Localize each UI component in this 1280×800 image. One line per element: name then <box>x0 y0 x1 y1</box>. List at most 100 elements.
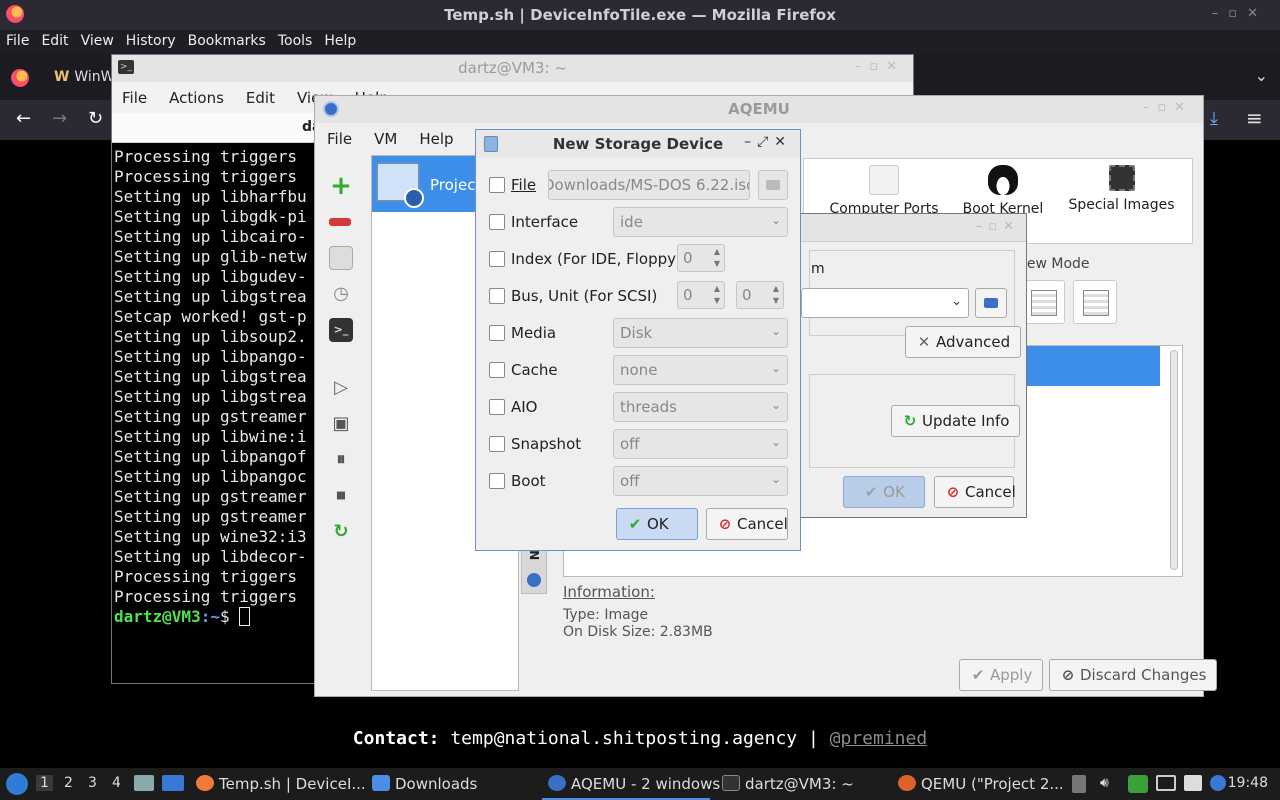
folder-icon <box>372 775 390 791</box>
download-icon[interactable]: ⤓ <box>1210 108 1218 129</box>
interface-combo[interactable]: ide ⌄ <box>613 207 788 237</box>
firefox-view-icon[interactable] <box>11 69 29 87</box>
storage-cancel-button[interactable]: ⊘ Cancel <box>706 508 788 540</box>
spin-arrows-icon[interactable]: ▲ ▼ <box>714 246 720 270</box>
aio-combo[interactable]: threads ⌄ <box>613 392 788 422</box>
settings-panel-icon[interactable] <box>329 246 353 270</box>
menu-help[interactable]: Help <box>318 30 362 49</box>
snapshot-label: Snapshot <box>511 435 582 453</box>
apply-button[interactable]: ✔ Apply <box>959 659 1044 691</box>
special-images-button[interactable]: Special Images <box>1059 165 1184 213</box>
media-checkbox[interactable] <box>489 325 505 341</box>
file-manager-icon[interactable] <box>134 775 154 791</box>
file-path-field[interactable]: Downloads/MS-DOS 6.22.iso <box>548 170 750 200</box>
taskbar-item-qemu[interactable]: QEMU ("Project 2... <box>898 768 1064 800</box>
device-cancel-button[interactable]: ⊘ Cancel <box>934 476 1016 508</box>
forward-arrow-icon[interactable]: → <box>52 108 67 129</box>
save-icon[interactable]: ▣ <box>329 412 353 436</box>
pause-icon[interactable]: ⏸ <box>329 448 353 472</box>
taskbar-item-aqemu[interactable]: AQEMU - 2 windows <box>542 768 720 800</box>
aio-checkbox[interactable] <box>489 399 505 415</box>
reload-icon[interactable]: ↻ <box>88 108 103 129</box>
device-ok-button[interactable]: ✔ OK <box>843 476 925 508</box>
storage-ok-button[interactable]: ✔ OK <box>616 508 698 540</box>
taskbar-item-terminal[interactable]: dartz@VM3: ~ <box>722 768 854 800</box>
workspace-1[interactable]: 1 <box>36 775 53 791</box>
terminal-menu-actions[interactable]: Actions <box>159 82 236 107</box>
boot-combo[interactable]: off ⌄ <box>613 466 788 496</box>
workspace-2[interactable]: 2 <box>64 775 73 791</box>
spin-arrows-icon[interactable]: ▲ ▼ <box>714 283 720 307</box>
spin-arrows-icon[interactable]: ▲ ▼ <box>773 283 779 307</box>
bus-spinbox[interactable]: 0 ▲ ▼ <box>677 281 725 309</box>
file-checkbox[interactable] <box>489 177 505 193</box>
clipboard-icon[interactable] <box>1072 775 1086 793</box>
check-icon: ✔ <box>971 666 985 684</box>
chevron-down-icon: ⌄ <box>951 294 962 309</box>
device-dialog: –▫✕ m ⌄ ✕ Advanced ↻ Update Info ✔ OK ⊘ Canc… <box>800 213 1027 518</box>
aqemu-menu-vm[interactable]: VM <box>362 123 407 148</box>
device-dialog-window-controls[interactable]: –▫✕ <box>976 219 1020 234</box>
storage-dialog-window-controls[interactable]: –⤢✕ <box>744 134 792 150</box>
clock-icon[interactable]: ◷ <box>329 282 353 306</box>
unit-spinbox[interactable]: 0 ▲ ▼ <box>736 281 784 309</box>
reset-icon[interactable]: ↻ <box>329 520 353 544</box>
window-controls[interactable]: –▫✕ <box>1212 6 1268 21</box>
snapshot-checkbox[interactable] <box>489 436 505 452</box>
menu-view[interactable]: View <box>75 30 120 49</box>
terminal-menu-edit[interactable]: Edit <box>236 82 287 107</box>
terminal-window-controls[interactable]: –▫✕ <box>855 59 905 74</box>
view-mode-icons-button[interactable] <box>1021 280 1065 324</box>
tab-list-chevron-icon[interactable]: ⌄ <box>1255 66 1268 85</box>
show-desktop-icon[interactable] <box>162 775 184 791</box>
menu-file[interactable]: File <box>0 30 35 49</box>
hamburger-menu-icon[interactable]: ≡ <box>1246 106 1263 130</box>
terminal-menu-file[interactable]: File <box>112 82 159 107</box>
device-list-scrollbar[interactable] <box>1170 350 1178 570</box>
menu-tools[interactable]: Tools <box>272 30 319 49</box>
workspace-4[interactable]: 4 <box>112 775 121 791</box>
workspace-3[interactable]: 3 <box>88 775 97 791</box>
index-spinbox[interactable]: 0 ▲ ▼ <box>677 244 725 272</box>
update-info-button[interactable]: ↻ Update Info <box>891 405 1021 437</box>
aqemu-menu-file[interactable]: File <box>315 123 362 148</box>
boot-checkbox[interactable] <box>489 473 505 489</box>
media-combo[interactable]: Disk ⌄ <box>613 318 788 348</box>
taskbar-item-downloads[interactable]: Downloads <box>372 768 477 800</box>
display-icon[interactable] <box>1156 775 1176 791</box>
stop-icon[interactable]: ⏹ <box>329 484 353 508</box>
menu-history[interactable]: History <box>120 30 182 49</box>
cache-combo[interactable]: none ⌄ <box>613 355 788 385</box>
back-arrow-icon[interactable]: ← <box>16 108 31 129</box>
boot-kernel-button[interactable]: Boot Kernel <box>948 165 1058 217</box>
menu-edit[interactable]: Edit <box>35 30 74 49</box>
snapshot-combo[interactable]: off ⌄ <box>613 429 788 459</box>
menu-bookmarks[interactable]: Bookmarks <box>182 30 272 49</box>
index-checkbox[interactable] <box>489 251 505 267</box>
contact-handle-link[interactable]: @premined <box>830 728 928 749</box>
computer-ports-button[interactable]: Computer Ports <box>804 165 964 217</box>
aio-row: AIO threads ⌄ <box>476 392 802 422</box>
volume-icon[interactable]: 🔊︎ <box>1100 775 1109 791</box>
add-vm-icon[interactable]: + <box>329 173 353 199</box>
taskbar-item-firefox[interactable]: Temp.sh | DeviceI... <box>196 768 366 800</box>
cache-checkbox[interactable] <box>489 362 505 378</box>
notification-icon[interactable] <box>1210 775 1226 791</box>
console-icon[interactable]: >_ <box>329 318 353 342</box>
start-menu-icon[interactable] <box>6 773 28 795</box>
view-mode-list-button[interactable] <box>1073 280 1117 324</box>
update-manager-icon[interactable] <box>1128 775 1148 793</box>
bus-unit-checkbox[interactable] <box>489 288 505 304</box>
files-icon[interactable] <box>1184 775 1202 791</box>
device-browse-button[interactable] <box>975 288 1007 318</box>
file-browse-button[interactable] <box>758 170 788 200</box>
play-icon[interactable]: ▷ <box>329 376 353 400</box>
aqemu-menu-help[interactable]: Help <box>407 123 463 148</box>
aqemu-window-controls[interactable]: –▫✕ <box>1143 100 1193 115</box>
interface-checkbox[interactable] <box>489 214 505 230</box>
advanced-button[interactable]: ✕ Advanced <box>905 326 1022 358</box>
device-path-combo[interactable]: ⌄ <box>801 288 969 318</box>
delete-vm-icon[interactable] <box>329 210 353 234</box>
tab-label: WinW <box>74 69 115 85</box>
discard-changes-button[interactable]: ⊘ Discard Changes <box>1049 659 1218 691</box>
